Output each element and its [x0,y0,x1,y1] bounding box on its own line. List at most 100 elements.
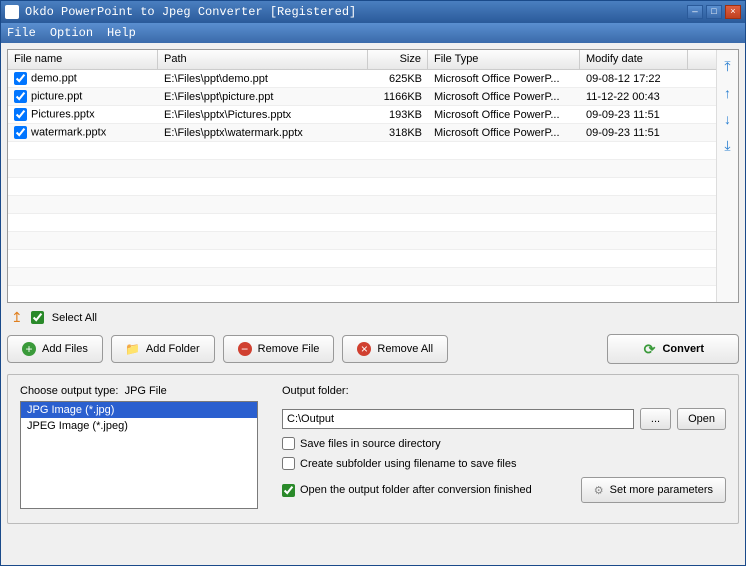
minus-icon: − [238,342,252,356]
more-parameters-label: Set more parameters [610,484,713,496]
empty-row [8,160,716,178]
cell-size: 193KB [368,109,428,121]
save-in-source-checkbox[interactable] [282,437,295,450]
toolbar: + Add Files 📁 Add Folder − Remove File ×… [7,330,739,374]
empty-row [8,268,716,286]
output-type-listbox[interactable]: JPG Image (*.jpg)JPEG Image (*.jpeg) [20,401,258,509]
cell-path: E:\Files\pptx\Pictures.pptx [158,109,368,121]
choose-type-label: Choose output type: JPG File [20,385,258,397]
open-button[interactable]: Open [677,408,726,430]
save-in-source-row[interactable]: Save files in source directory [282,437,726,450]
cell-date: 09-09-23 11:51 [580,109,688,121]
convert-button[interactable]: ⟳ Convert [607,334,739,364]
cell-date: 09-09-23 11:51 [580,127,688,139]
table-row[interactable]: picture.pptE:\Files\ppt\picture.ppt1166K… [8,88,716,106]
empty-row [8,142,716,160]
empty-row [8,196,716,214]
empty-row [8,250,716,268]
selectall-row: ↥ Select All [7,303,739,330]
cell-date: 09-08-12 17:22 [580,73,688,85]
close-button[interactable]: × [725,5,741,19]
cell-path: E:\Files\ppt\demo.ppt [158,73,368,85]
reorder-arrows: ⤒ ↑ ↓ ⤓ [716,50,738,302]
plus-icon: + [22,342,36,356]
convert-icon: ⟳ [642,342,656,356]
save-in-source-label: Save files in source directory [300,438,441,450]
header-path[interactable]: Path [158,50,368,69]
remove-file-button[interactable]: − Remove File [223,335,335,363]
file-grid: File name Path Size File Type Modify dat… [8,50,716,302]
content-area: File name Path Size File Type Modify dat… [1,43,745,565]
add-files-label: Add Files [42,343,88,355]
move-up-icon[interactable]: ↑ [724,85,731,101]
cell-date: 11-12-22 00:43 [580,91,688,103]
remove-all-label: Remove All [377,343,433,355]
table-row[interactable]: demo.pptE:\Files\ppt\demo.ppt625KBMicros… [8,70,716,88]
cell-path: E:\Files\ppt\picture.ppt [158,91,368,103]
cell-type: Microsoft Office PowerP... [428,73,580,85]
list-item[interactable]: JPG Image (*.jpg) [21,402,257,418]
table-row[interactable]: watermark.pptxE:\Files\pptx\watermark.pp… [8,124,716,142]
create-subfolder-row[interactable]: Create subfolder using filename to save … [282,457,726,470]
cell-type: Microsoft Office PowerP... [428,127,580,139]
move-bottom-icon[interactable]: ⤓ [724,137,730,154]
file-list-panel: File name Path Size File Type Modify dat… [7,49,739,303]
header-filename[interactable]: File name [8,50,158,69]
up-arrow-icon[interactable]: ↥ [11,309,23,326]
gear-icon: ⚙ [594,484,604,497]
folder-icon: 📁 [126,342,140,356]
add-folder-button[interactable]: 📁 Add Folder [111,335,215,363]
output-folder-input[interactable] [282,409,634,429]
empty-row [8,232,716,250]
menu-file[interactable]: File [7,26,36,40]
app-window: ◪ Okdo PowerPoint to Jpeg Converter [Reg… [0,0,746,566]
add-folder-label: Add Folder [146,343,200,355]
empty-row [8,214,716,232]
cell-type: Microsoft Office PowerP... [428,91,580,103]
grid-body: demo.pptE:\Files\ppt\demo.ppt625KBMicros… [8,70,716,302]
open-after-checkbox[interactable] [282,484,295,497]
output-folder-section: Output folder: ... Open Save files in so… [282,385,726,511]
cell-path: E:\Files\pptx\watermark.pptx [158,127,368,139]
cell-type: Microsoft Office PowerP... [428,109,580,121]
browse-button[interactable]: ... [640,408,671,430]
empty-row [8,178,716,196]
selectall-label: Select All [52,312,97,324]
add-files-button[interactable]: + Add Files [7,335,103,363]
menubar: File Option Help [1,23,745,43]
row-checkbox[interactable] [14,72,27,85]
remove-file-label: Remove File [258,343,320,355]
row-checkbox[interactable] [14,90,27,103]
empty-row [8,286,716,302]
cell-size: 625KB [368,73,428,85]
output-type-section: Choose output type: JPG File JPG Image (… [20,385,258,511]
folder-row: ... Open [282,408,726,430]
move-down-icon[interactable]: ↓ [724,111,731,127]
list-item[interactable]: JPEG Image (*.jpeg) [21,418,257,434]
open-after-row[interactable]: Open the output folder after conversion … [282,484,581,497]
create-subfolder-checkbox[interactable] [282,457,295,470]
selectall-checkbox[interactable] [31,311,44,324]
minimize-button[interactable]: — [687,5,703,19]
window-controls: — □ × [687,5,741,19]
cell-size: 1166KB [368,91,428,103]
maximize-button[interactable]: □ [706,5,722,19]
menu-option[interactable]: Option [50,26,93,40]
menu-help[interactable]: Help [107,26,136,40]
open-after-label: Open the output folder after conversion … [300,484,532,496]
x-icon: × [357,342,371,356]
grid-header: File name Path Size File Type Modify dat… [8,50,716,70]
create-subfolder-label: Create subfolder using filename to save … [300,458,516,470]
more-parameters-button[interactable]: ⚙ Set more parameters [581,477,726,503]
table-row[interactable]: Pictures.pptxE:\Files\pptx\Pictures.pptx… [8,106,716,124]
titlebar: ◪ Okdo PowerPoint to Jpeg Converter [Reg… [1,1,745,23]
header-modifydate[interactable]: Modify date [580,50,688,69]
row-checkbox[interactable] [14,126,27,139]
remove-all-button[interactable]: × Remove All [342,335,448,363]
move-top-icon[interactable]: ⤒ [724,58,730,75]
output-folder-label: Output folder: [282,385,726,397]
convert-label: Convert [662,343,704,355]
row-checkbox[interactable] [14,108,27,121]
header-size[interactable]: Size [368,50,428,69]
header-filetype[interactable]: File Type [428,50,580,69]
